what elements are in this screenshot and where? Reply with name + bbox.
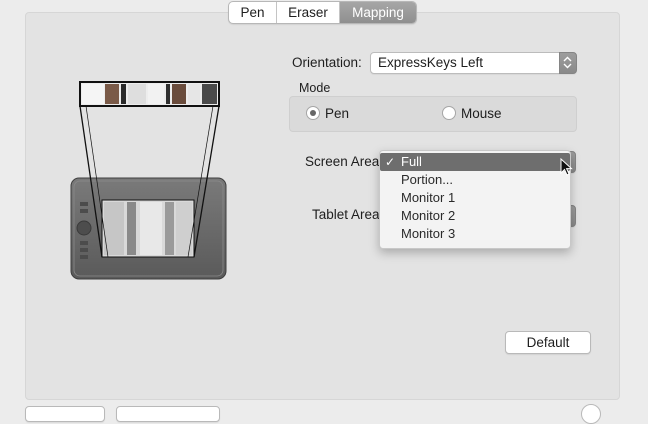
- stepper-icon: [559, 52, 577, 74]
- screen-area-menu: ✓ Full Portion... Monitor 1 Monitor 2 Mo…: [379, 150, 571, 249]
- tablet-area-label: Tablet Area: [312, 207, 380, 222]
- menu-item-monitor-1[interactable]: Monitor 1: [380, 189, 570, 207]
- tab-bar: Pen Eraser Mapping: [228, 1, 417, 24]
- mouse-radio[interactable]: [442, 106, 456, 120]
- tab-eraser[interactable]: Eraser: [277, 2, 340, 23]
- menu-item-monitor-2[interactable]: Monitor 2: [380, 207, 570, 225]
- mouse-radio-label: Mouse: [461, 106, 502, 121]
- tab-mapping[interactable]: Mapping: [340, 2, 416, 23]
- tab-pen[interactable]: Pen: [229, 2, 277, 23]
- orientation-popup[interactable]: ExpressKeys Left: [370, 52, 577, 74]
- menu-item-portion[interactable]: Portion...: [380, 171, 570, 189]
- help-icon[interactable]: [581, 404, 601, 424]
- default-button[interactable]: Default: [505, 331, 591, 354]
- menu-item-full[interactable]: ✓ Full: [380, 153, 570, 171]
- pen-radio[interactable]: [306, 106, 320, 120]
- orientation-label: Orientation:: [292, 55, 362, 70]
- check-icon: ✓: [385, 155, 396, 169]
- pen-radio-label: Pen: [325, 106, 350, 121]
- bottom-button-left[interactable]: [25, 406, 105, 422]
- bottom-button-middle[interactable]: [116, 406, 220, 422]
- menu-item-monitor-3[interactable]: Monitor 3: [380, 225, 570, 243]
- screen-area-label: Screen Area: [305, 154, 380, 169]
- tablet-illustration: [70, 81, 227, 280]
- orientation-value: ExpressKeys Left: [378, 55, 484, 70]
- mode-label: Mode: [299, 81, 331, 95]
- menu-item-label: Full: [401, 154, 422, 169]
- arrow-cursor-icon: [560, 158, 573, 176]
